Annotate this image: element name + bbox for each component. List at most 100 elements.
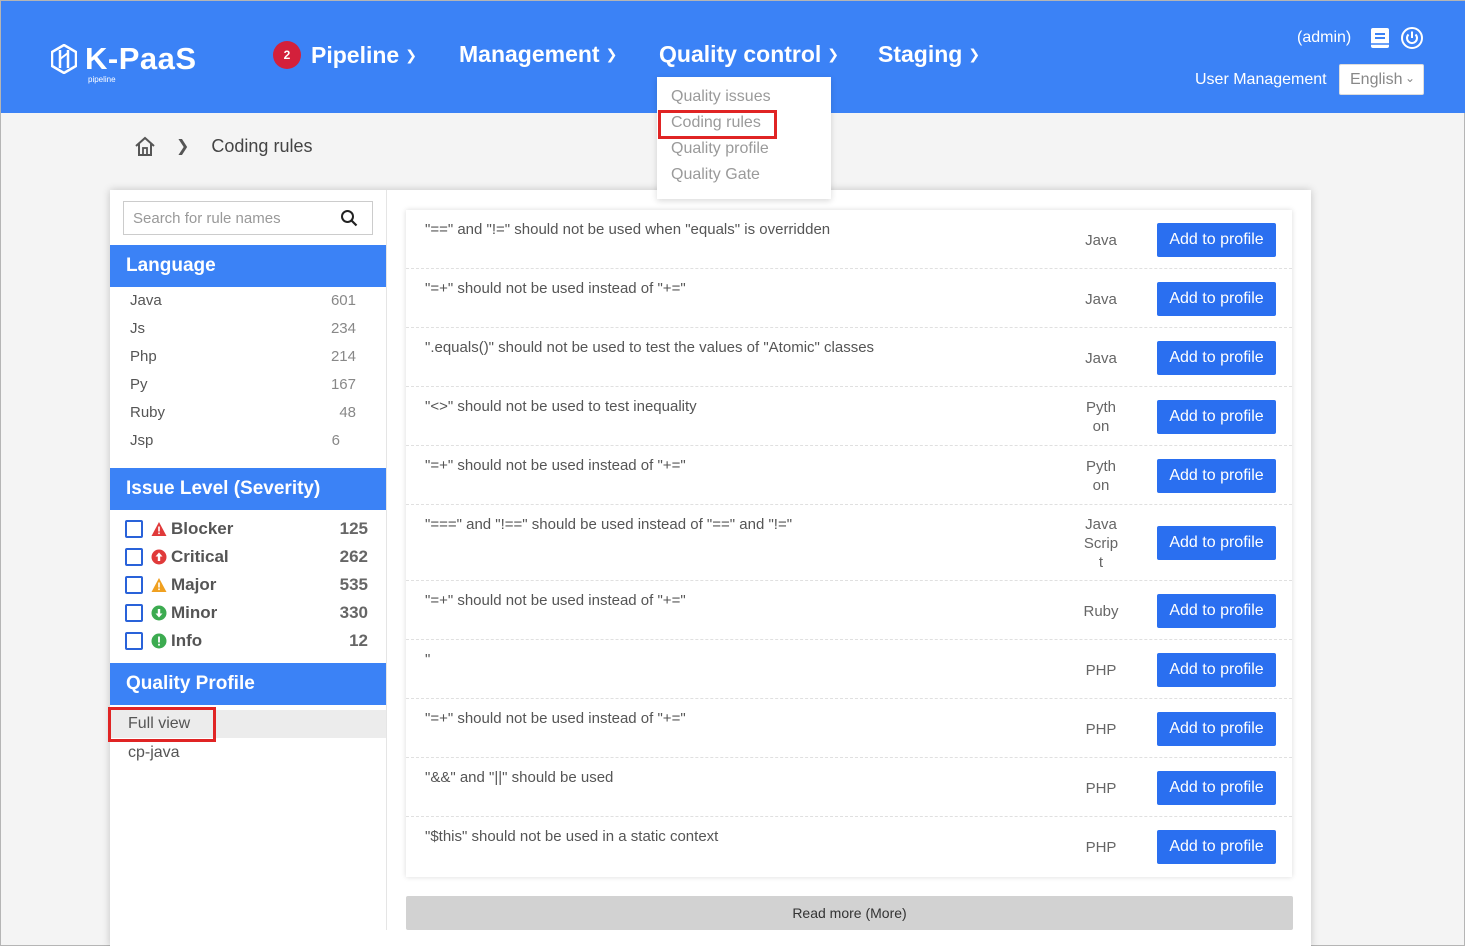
severity-filter-minor[interactable]: Minor 330 [125,603,368,623]
severity-filter-info[interactable]: Info 12 [125,631,368,651]
rule-name[interactable]: "=+" should not be used instead of "+=" [425,280,686,297]
add-to-profile-button[interactable]: Add to profile [1157,712,1276,746]
language-name: Jsp [130,432,154,449]
home-icon[interactable] [134,135,156,157]
quality-profile-section-title: Quality Profile [110,663,386,705]
rule-row: "=+" should not be used instead of "+=" … [406,446,1292,505]
menu-item-quality-profile[interactable]: Quality profile [671,140,769,158]
rule-name[interactable]: "===" and "!==" should be used instead o… [425,516,792,533]
nav-staging[interactable]: Staging ❯ [878,41,980,68]
add-to-profile-button[interactable]: Add to profile [1157,223,1276,257]
filter-sidebar: Search for rule names Language Java 601 J… [110,190,387,930]
severity-filter-blocker[interactable]: Blocker 125 [125,519,368,539]
language-count: 48 [339,404,356,421]
rule-row: " PHP Add to profile [406,640,1292,699]
language-filter-item[interactable]: Php 214 [130,348,356,365]
severity-name: Major [171,575,217,594]
language-filter-item[interactable]: Java 601 [130,292,356,309]
rule-name[interactable]: "==" and "!=" should not be used when "e… [425,221,830,238]
arrow-up-circle-icon [151,549,167,565]
rule-language: Java [1085,350,1117,367]
language-filter-item[interactable]: Ruby 48 [130,404,356,421]
rule-row: "=+" should not be used instead of "+=" … [406,699,1292,758]
info-checkbox[interactable] [125,632,143,650]
language-section-title: Language [110,245,386,287]
critical-checkbox[interactable] [125,548,143,566]
rule-name[interactable]: "=+" should not be used instead of "+=" [425,457,686,474]
rule-row: "&&" and "||" should be used PHP Add to … [406,758,1292,817]
rule-name[interactable]: ".equals()" should not be used to test t… [425,339,874,356]
chevron-down-icon: ⌄ [1404,71,1415,85]
rule-name[interactable]: "<>" should not be used to test inequali… [425,398,697,415]
add-to-profile-button[interactable]: Add to profile [1157,341,1276,375]
power-logout-icon[interactable] [1400,26,1424,50]
warning-triangle-icon [151,522,167,536]
search-icon[interactable] [340,209,358,227]
severity-filter-major[interactable]: Major 535 [125,575,368,595]
severity-section-title: Issue Level (Severity) [110,468,386,510]
rule-row: "===" and "!==" should be used instead o… [406,505,1292,581]
rule-row: "$this" should not be used in a static c… [406,817,1292,877]
language-count: 601 [330,292,356,309]
rule-row: ".equals()" should not be used to test t… [406,328,1292,387]
rule-search-input[interactable]: Search for rule names [123,201,373,235]
severity-name: Minor [171,603,218,622]
severity-count: 125 [339,519,368,538]
nav-pipeline-label: Pipeline [311,41,400,68]
rule-row: "<>" should not be used to test inequali… [406,387,1292,446]
rule-name[interactable]: "=+" should not be used instead of "+=" [425,592,686,609]
profile-item-cp-java[interactable]: cp-java [110,739,386,767]
logo-subtitle: pipeline [88,75,116,84]
severity-filter-critical[interactable]: Critical 262 [125,547,368,567]
nav-management[interactable]: Management ❯ [459,41,617,68]
rule-name[interactable]: " [425,651,430,668]
minor-checkbox[interactable] [125,604,143,622]
menu-item-quality-issues[interactable]: Quality issues [671,88,771,106]
info-circle-icon [151,633,167,649]
language-select[interactable]: English ⌄ [1339,64,1424,95]
menu-item-quality-gate[interactable]: Quality Gate [671,166,760,184]
rule-language: PHP [1085,721,1117,738]
add-to-profile-button[interactable]: Add to profile [1157,653,1276,687]
severity-name: Critical [171,547,229,566]
rule-name[interactable]: "&&" and "||" should be used [425,769,613,786]
add-to-profile-button[interactable]: Add to profile [1157,594,1276,628]
language-filter-item[interactable]: Js 234 [130,320,356,337]
language-count: 6 [331,432,340,449]
language-filter-item[interactable]: Jsp 6 [130,432,340,449]
rule-row: "=+" should not be used instead of "+=" … [406,581,1292,640]
language-name: Py [130,376,148,393]
add-to-profile-button[interactable]: Add to profile [1157,400,1276,434]
language-count: 167 [330,376,356,393]
add-to-profile-button[interactable]: Add to profile [1157,526,1276,560]
blocker-checkbox[interactable] [125,520,143,538]
add-to-profile-button[interactable]: Add to profile [1157,459,1276,493]
language-select-value: English [1350,70,1403,88]
kpaas-logo-icon [51,44,77,74]
language-count: 234 [330,320,356,337]
language-count: 214 [330,348,356,365]
severity-count: 262 [339,547,368,566]
add-to-profile-button[interactable]: Add to profile [1157,282,1276,316]
rule-name[interactable]: "$this" should not be used in a static c… [425,828,718,845]
rule-language: Ruby [1083,603,1119,620]
rule-name[interactable]: "=+" should not be used instead of "+=" [425,710,686,727]
chevron-down-icon: ❯ [605,46,618,62]
rule-language: Pyth on [1085,458,1116,494]
major-checkbox[interactable] [125,576,143,594]
language-filter-item[interactable]: Py 167 [130,376,356,393]
chevron-down-icon: ❯ [405,46,417,63]
rule-language: Java Scrip t [1083,516,1119,571]
add-to-profile-button[interactable]: Add to profile [1157,830,1276,864]
read-more-button[interactable]: Read more (More) [406,896,1293,930]
nav-pipeline[interactable]: 2 Pipeline ❯ [273,41,417,69]
rule-language: PHP [1085,839,1117,856]
logo[interactable]: K-PaaS pipeline [51,41,197,84]
breadcrumb: ❯ Coding rules [134,135,312,157]
rule-row: "=+" should not be used instead of "+=" … [406,269,1292,328]
nav-quality-control[interactable]: Quality control ❯ [659,41,839,68]
search-placeholder: Search for rule names [133,209,281,227]
add-to-profile-button[interactable]: Add to profile [1157,771,1276,805]
manual-book-icon[interactable] [1368,26,1392,50]
user-management-link[interactable]: User Management [1195,71,1327,89]
